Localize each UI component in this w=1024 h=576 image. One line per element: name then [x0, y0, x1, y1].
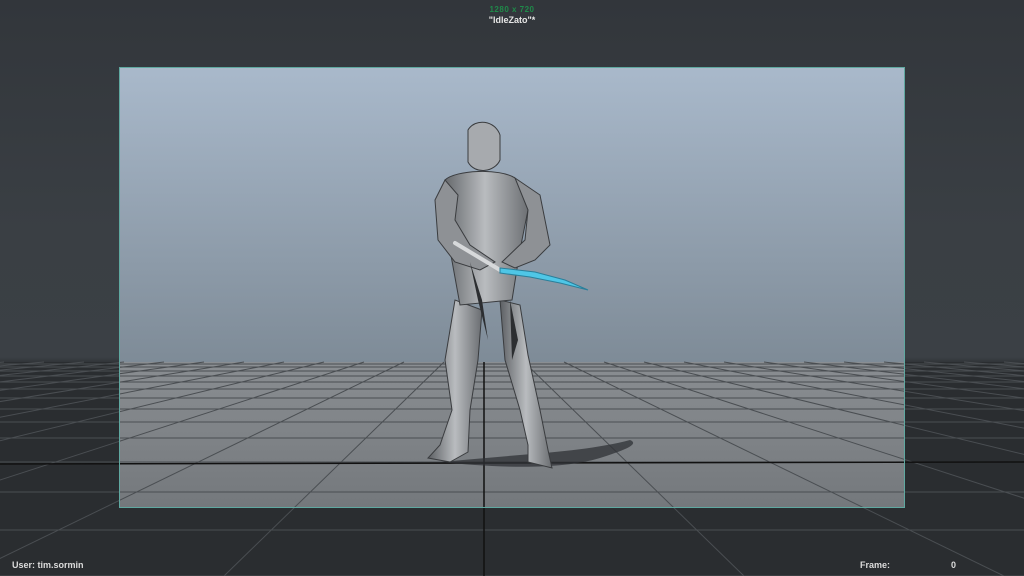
- frame-value: 0: [951, 560, 957, 570]
- frame-label: Frame:: [860, 560, 891, 570]
- maya-viewport[interactable]: 1280 x 720 "IdleZato"* User: tim.sormin …: [0, 0, 1024, 576]
- scene-render: [0, 67, 1024, 576]
- user-label: User: tim.sormin: [12, 560, 84, 570]
- resolution-readout: 1280 x 720: [489, 5, 535, 14]
- camera-name: "IdleZato"*: [488, 15, 536, 25]
